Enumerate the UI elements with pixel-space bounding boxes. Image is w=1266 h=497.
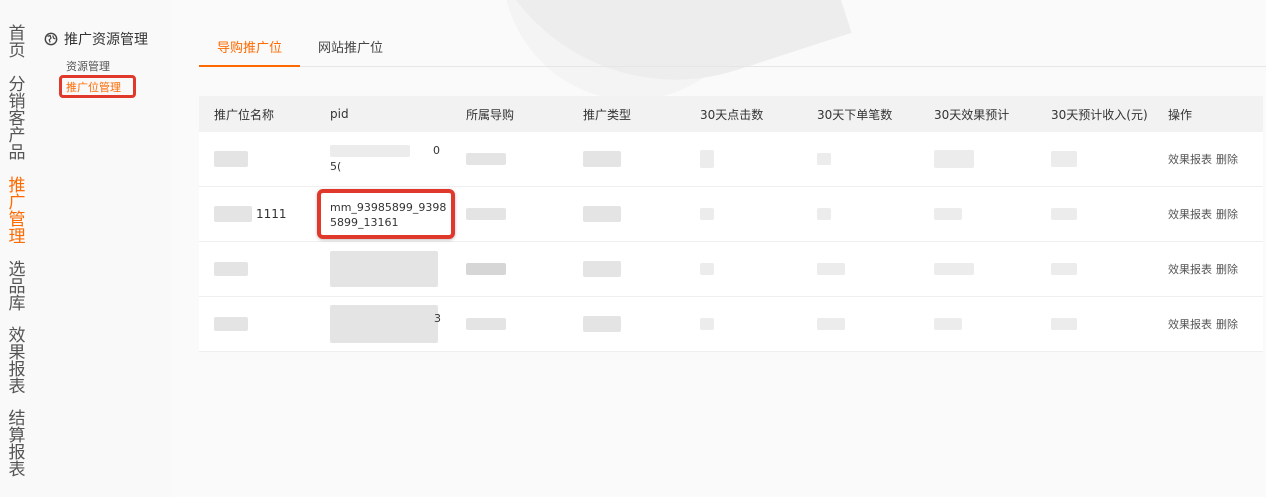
nav-performance-reports[interactable]: 效果报表 [8, 328, 26, 396]
column-header[interactable]: 30天预计收入(元) [1036, 106, 1153, 123]
delete-link[interactable]: 删除 [1216, 206, 1238, 222]
type-cell [568, 187, 685, 242]
adzone-name [199, 132, 315, 187]
table-header: 推广位名称 pid 所属导购 推广类型 30天点击数 30天下单笔数 30天效果… [199, 96, 1263, 132]
guide-cell [451, 187, 568, 242]
effect-cell [919, 132, 1036, 187]
tab-shopping-guide-adzone[interactable]: 导购推广位 [199, 27, 301, 67]
view-report-link[interactable]: 效果报表 [1168, 261, 1212, 277]
orders-cell [802, 187, 919, 242]
type-cell [568, 297, 685, 352]
primary-nav: 首页 分销客产品 推广管理 选品库 效果报表 结算报表 [0, 0, 34, 497]
column-header[interactable]: 推广类型 [568, 106, 685, 123]
view-report-link[interactable]: 效果报表 [1168, 206, 1212, 222]
column-header[interactable]: pid [315, 107, 451, 121]
pid-cell [315, 242, 451, 297]
delete-link[interactable]: 删除 [1216, 151, 1238, 167]
nav-product-library[interactable]: 选品库 [8, 262, 26, 313]
delete-link[interactable]: 删除 [1216, 261, 1238, 277]
clicks-cell [685, 242, 802, 297]
effect-cell [919, 187, 1036, 242]
type-cell [568, 132, 685, 187]
guide-cell [451, 132, 568, 187]
table-row: 0 5( 效果报表 删除 [199, 132, 1263, 187]
globe-icon [44, 32, 58, 46]
orders-cell [802, 297, 919, 352]
pid-cell: 3 [315, 297, 451, 352]
nav-settlement-reports[interactable]: 结算报表 [8, 411, 26, 479]
sidebar-item-resource-management[interactable]: 资源管理 [66, 58, 110, 74]
view-report-link[interactable]: 效果报表 [1168, 316, 1212, 332]
nav-distribution-products[interactable]: 分销客产品 [8, 77, 26, 162]
actions-cell: 效果报表 删除 [1153, 132, 1263, 187]
sidebar-header: 推广资源管理 [44, 29, 148, 49]
income-cell [1036, 132, 1153, 187]
clicks-cell [685, 187, 802, 242]
clicks-cell [685, 297, 802, 352]
view-report-link[interactable]: 效果报表 [1168, 151, 1212, 167]
type-cell [568, 242, 685, 297]
orders-cell [802, 242, 919, 297]
column-header[interactable]: 操作 [1153, 106, 1263, 123]
income-cell [1036, 297, 1153, 352]
secondary-sidebar: 推广资源管理 资源管理 推广位管理 [34, 0, 172, 497]
table-row: 效果报表 删除 [199, 242, 1263, 297]
column-header[interactable]: 所属导购 [451, 106, 568, 123]
pid-line-2: 5899_13161 [330, 216, 399, 229]
tab-website-adzone[interactable]: 网站推广位 [300, 27, 401, 67]
adzone-name [199, 242, 315, 297]
orders-cell [802, 132, 919, 187]
income-cell [1036, 187, 1153, 242]
pid-value: mm_93985899_9398 5899_13161 [330, 200, 446, 230]
actions-cell: 效果报表 删除 [1153, 297, 1263, 352]
sidebar-header-label: 推广资源管理 [64, 32, 148, 48]
pid-highlight-box[interactable]: mm_93985899_9398 5899_13161 [317, 189, 455, 239]
nav-home[interactable]: 首页 [8, 26, 26, 60]
adzone-name: 1111 [199, 187, 315, 242]
delete-link[interactable]: 删除 [1216, 316, 1238, 332]
highlight-box-sidebar [59, 75, 136, 98]
column-header[interactable]: 推广位名称 [199, 106, 315, 123]
main-content: 导购推广位 网站推广位 推广位名称 pid 所属导购 推广类型 30天点击数 3… [172, 0, 1266, 497]
adzone-name [199, 297, 315, 352]
tab-bar: 导购推广位 网站推广位 [199, 27, 1266, 67]
actions-cell: 效果报表 删除 [1153, 242, 1263, 297]
guide-cell [451, 242, 568, 297]
actions-cell: 效果报表 删除 [1153, 187, 1263, 242]
table-row: 3 效果报表 删除 [199, 297, 1263, 352]
effect-cell [919, 297, 1036, 352]
column-header[interactable]: 30天效果预计 [919, 106, 1036, 123]
income-cell [1036, 242, 1153, 297]
guide-cell [451, 297, 568, 352]
pid-cell: 0 5( [330, 143, 440, 173]
column-header[interactable]: 30天点击数 [685, 106, 802, 123]
effect-cell [919, 242, 1036, 297]
nav-promotion-management[interactable]: 推广管理 [8, 178, 26, 246]
pid-line-1: mm_93985899_9398 [330, 201, 447, 214]
column-header[interactable]: 30天下单笔数 [802, 106, 919, 123]
clicks-cell [685, 132, 802, 187]
